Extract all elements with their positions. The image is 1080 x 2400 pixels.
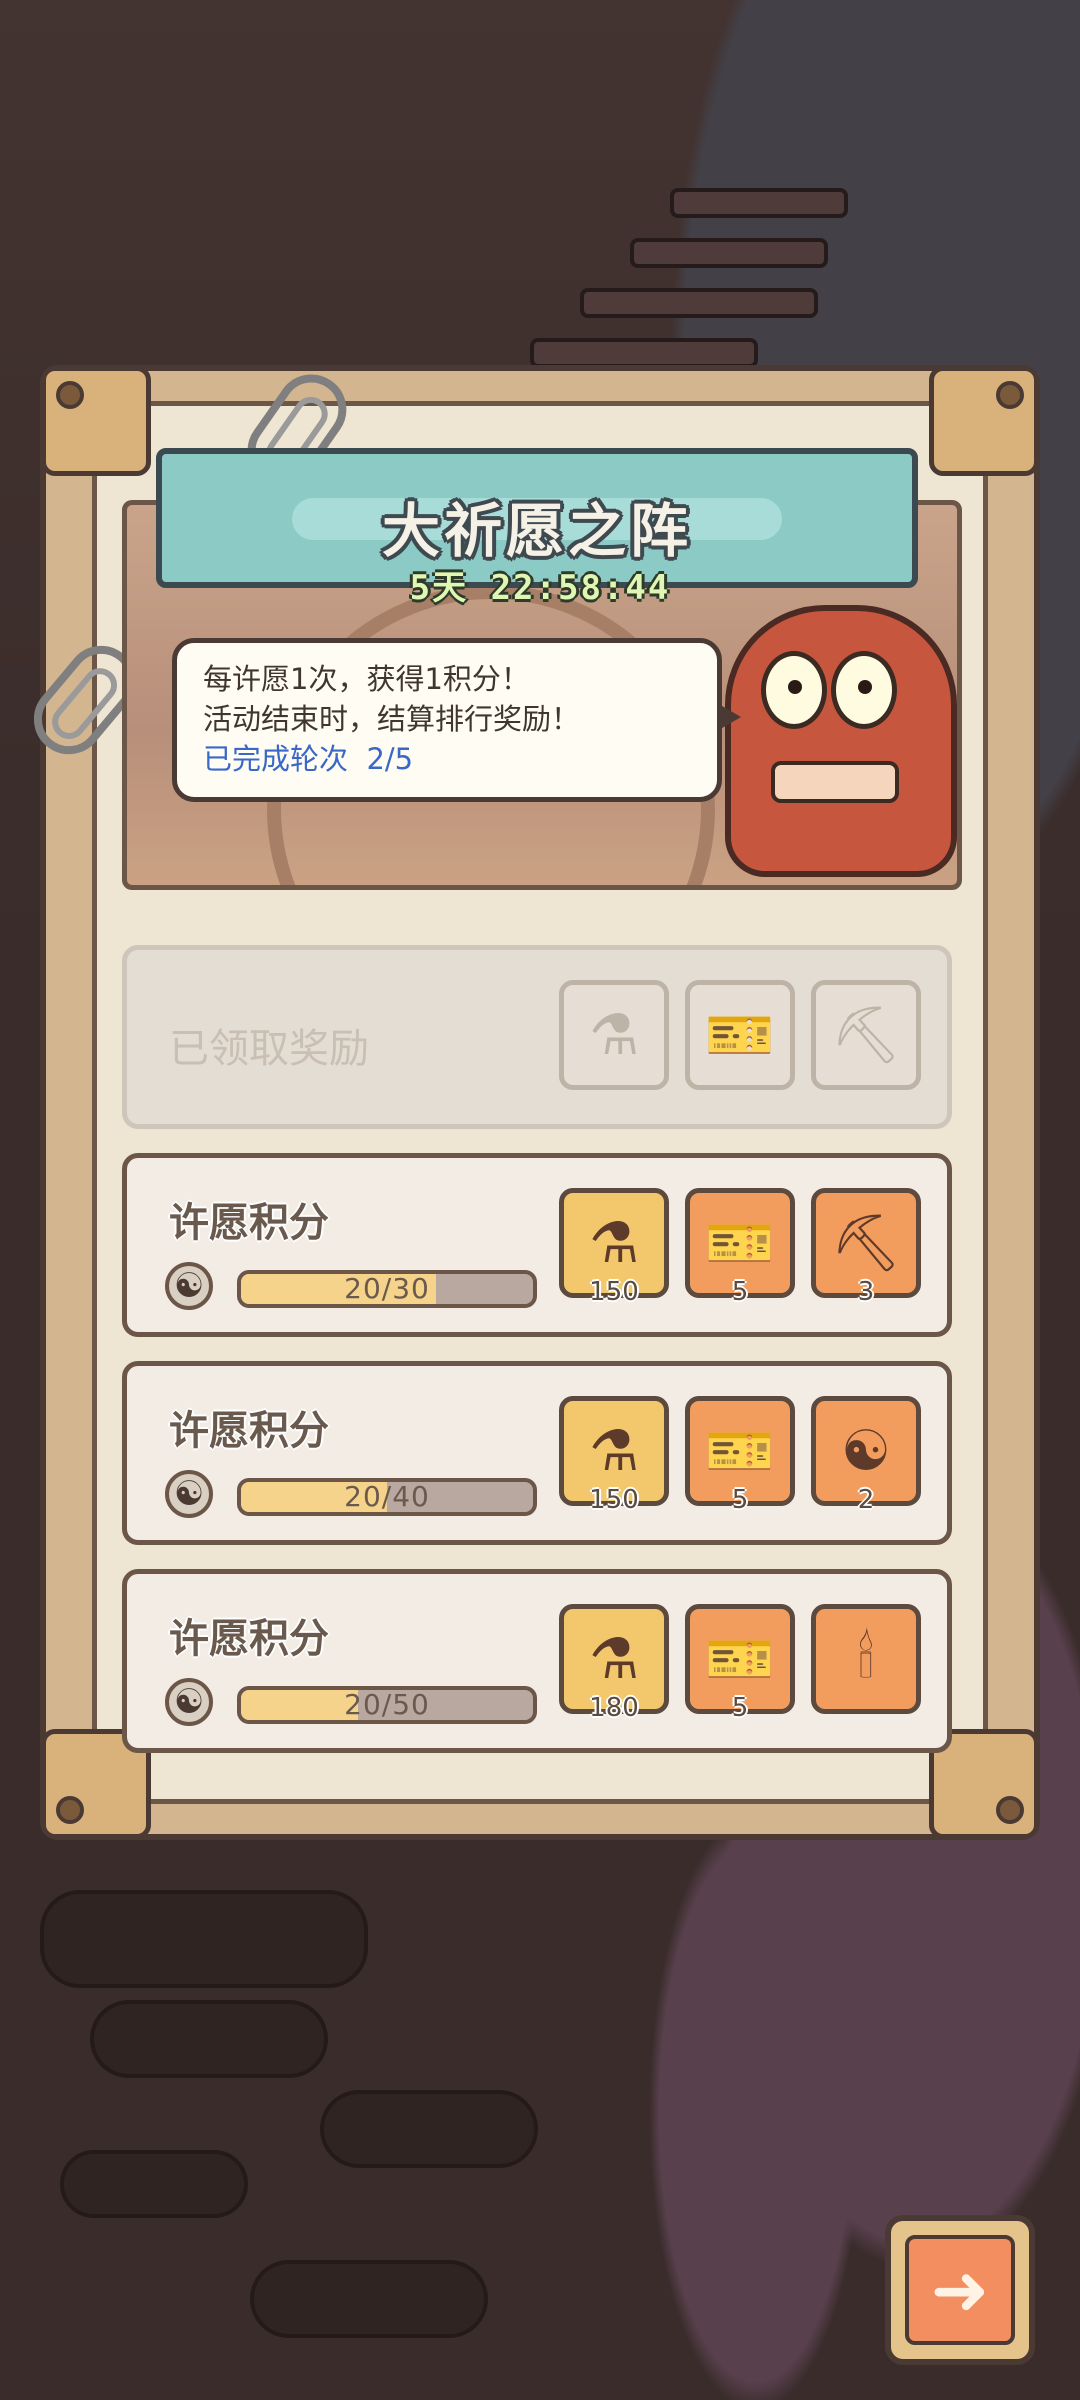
rounds-label: 已完成轮次 — [203, 742, 349, 776]
reward-qty: 150 — [589, 1277, 639, 1307]
progress-text: 20/50 — [344, 1688, 430, 1721]
reward-ticket-icon[interactable]: 🎫 5 — [685, 1396, 795, 1515]
reward-potion-icon[interactable]: ⚗ 150 — [559, 1396, 669, 1515]
reward-pickaxe-icon[interactable]: ⛏ — [811, 980, 921, 1090]
tier-label: 许愿积分 — [169, 1408, 329, 1454]
reward-yinyang-coin-icon[interactable]: ☯ 2 — [811, 1396, 921, 1515]
corner-bracket — [929, 366, 1039, 476]
reward-qty: 5 — [731, 1485, 749, 1515]
reward-qty: 5 — [731, 1693, 749, 1723]
arrow-right-icon: ➜ — [905, 2235, 1015, 2345]
tier-progress-bar: 20/30 — [237, 1270, 537, 1308]
yinyang-icon: ☯ — [165, 1262, 213, 1310]
reward-potion-icon[interactable]: ⚗ — [559, 980, 669, 1090]
claimed-label: 已领取奖励 — [169, 1026, 369, 1072]
rounds-progress: 已完成轮次 2/5 — [203, 739, 691, 779]
reward-qty: 5 — [731, 1277, 749, 1307]
mascot-eye — [761, 651, 827, 729]
info-line-2: 活动结束时，结算排行奖励！ — [203, 702, 581, 736]
reward-potion-icon[interactable]: ⚗ 180 — [559, 1604, 669, 1723]
progress-text: 20/30 — [344, 1272, 430, 1305]
info-speech-bubble: 每许愿1次，获得1积分！ 活动结束时，结算排行奖励！ 已完成轮次 2/5 — [172, 638, 741, 802]
yinyang-icon: ☯ — [165, 1470, 213, 1518]
claimed-reward-row: 已领取奖励 ⚗ 🎫 ⛏ — [122, 945, 952, 1129]
reward-potion-icon[interactable]: ⚗ 150 — [559, 1188, 669, 1307]
info-line-1: 每许愿1次，获得1积分！ — [203, 662, 530, 696]
reward-tier-row: 许愿积分 ☯ 20/50 ⚗ 180 🎫 5 🕯 — [122, 1569, 952, 1753]
rounds-value: 2/5 — [366, 742, 414, 776]
mascot-eye — [831, 651, 897, 729]
reward-pickaxe-icon[interactable]: ⛏ 3 — [811, 1188, 921, 1307]
reward-torch-icon[interactable]: 🕯 — [811, 1604, 921, 1714]
reward-qty: 2 — [857, 1485, 875, 1515]
reward-qty: 150 — [589, 1485, 639, 1515]
mascot-creature — [725, 605, 957, 877]
countdown-timer: 5天 22:58:44 — [409, 568, 671, 608]
corner-bracket — [41, 366, 151, 476]
yinyang-icon: ☯ — [165, 1678, 213, 1726]
event-title: 大祈愿之阵 — [381, 497, 692, 565]
tier-progress-bar: 20/50 — [237, 1686, 537, 1724]
reward-tier-row: 许愿积分 ☯ 20/30 ⚗ 150 🎫 5 ⛏ 3 — [122, 1153, 952, 1337]
reward-ticket-icon[interactable]: 🎫 5 — [685, 1604, 795, 1723]
tier-progress-bar: 20/40 — [237, 1478, 537, 1516]
reward-qty: 180 — [589, 1693, 639, 1723]
mascot-mouth — [771, 761, 899, 803]
next-arrow-button[interactable]: ➜ — [885, 2215, 1035, 2365]
reward-qty: 3 — [857, 1277, 875, 1307]
reward-tier-row: 许愿积分 ☯ 20/40 ⚗ 150 🎫 5 ☯ 2 — [122, 1361, 952, 1545]
progress-text: 20/40 — [344, 1480, 430, 1513]
reward-ticket-icon[interactable]: 🎫 — [685, 980, 795, 1090]
reward-ticket-icon[interactable]: 🎫 5 — [685, 1188, 795, 1307]
tier-label: 许愿积分 — [169, 1616, 329, 1662]
tier-label: 许愿积分 — [169, 1200, 329, 1246]
